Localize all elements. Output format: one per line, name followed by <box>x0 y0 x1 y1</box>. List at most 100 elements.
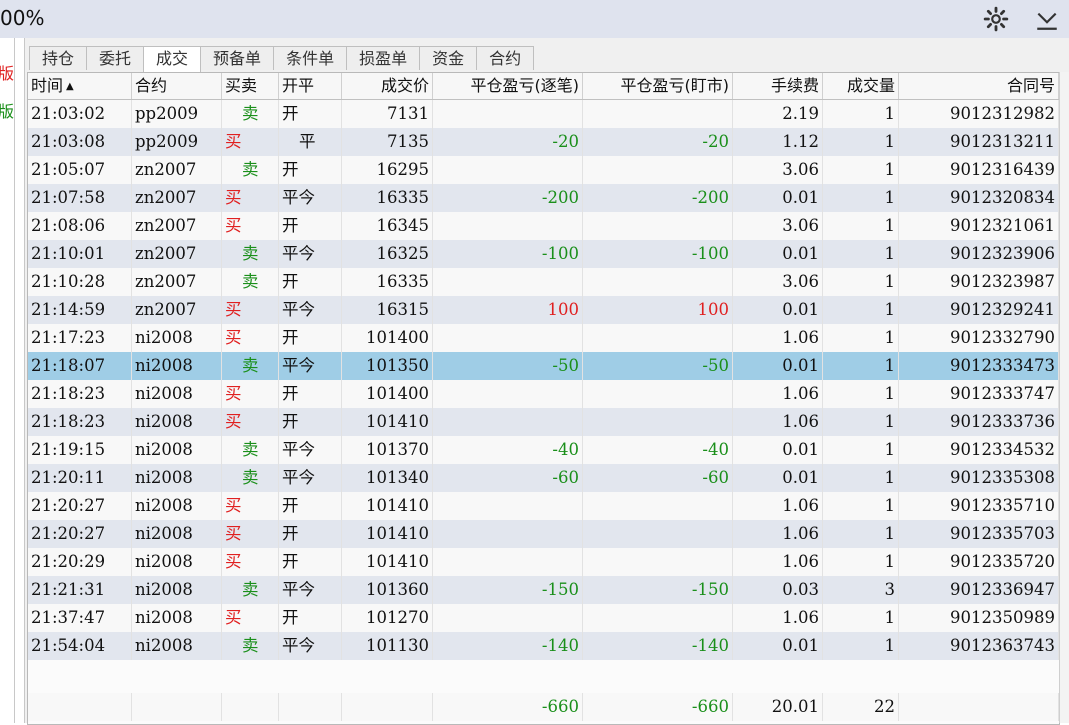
trades-table[interactable]: 时间 ▲ 合约 买卖 开平 成交价 平仓盈亏(逐笔) 平仓盈亏(盯市) 手续费 成交量 合同号 21… <box>27 72 1060 725</box>
total-volume: 22 <box>823 693 899 721</box>
cell-side: 卖 <box>222 352 279 380</box>
table-row[interactable]: 21:37:47 ni2008 买开 101270 1.06 1 9012350989 <box>28 604 1059 632</box>
total-close-pnl-mark: -660 <box>583 693 733 721</box>
cell-close-pnl-mark: -140 <box>583 632 733 660</box>
table-row[interactable]: 21:10:01 zn2007 卖平今 16325 -100 -100 0.01 1 90123… <box>28 240 1059 268</box>
cell-order-number: 9012332790 <box>899 324 1059 352</box>
cell-contract: ni2008 <box>132 352 222 380</box>
cell-open-close: 平今 <box>279 296 342 324</box>
table-row[interactable]: 21:54:04 ni2008 卖平今 101130 -140 -140 0.01 1 9012… <box>28 632 1059 660</box>
column-header-open-close[interactable]: 开平 <box>279 73 342 99</box>
cell-time: 21:08:06 <box>28 212 132 240</box>
cell-volume: 1 <box>823 324 899 352</box>
cell-close-pnl-trade: -50 <box>433 352 583 380</box>
cell-close-pnl-mark: -60 <box>583 464 733 492</box>
cell-contract: ni2008 <box>132 548 222 576</box>
cell-order-number: 9012335710 <box>899 492 1059 520</box>
left-edge-label: 版 <box>0 64 15 83</box>
table-row[interactable]: 21:08:06 zn2007 买开 16345 3.06 1 9012321061 <box>28 212 1059 240</box>
cell-close-pnl-mark: -20 <box>583 128 733 156</box>
cell-open-close: 开 <box>279 324 342 352</box>
tab-stop-profit[interactable]: 损盈单 <box>346 46 421 70</box>
cell-close-pnl-mark: -50 <box>583 352 733 380</box>
left-side-panel: 版 版 <box>0 38 15 723</box>
cell-volume: 1 <box>823 408 899 436</box>
cell-price: 101130 <box>342 632 433 660</box>
cell-close-pnl-trade: -100 <box>433 240 583 268</box>
cell-side: 卖 <box>222 268 279 296</box>
table-row[interactable]: 21:05:07 zn2007 卖开 16295 3.06 1 9012316439 <box>28 156 1059 184</box>
cell-order-number: 9012336947 <box>899 576 1059 604</box>
cell-side: 卖 <box>222 632 279 660</box>
table-row[interactable]: 21:10:28 zn2007 卖开 16335 3.06 1 9012323987 <box>28 268 1059 296</box>
cell-close-pnl-trade: -140 <box>433 632 583 660</box>
cell-price: 101270 <box>342 604 433 632</box>
tab-trades[interactable]: 成交 <box>143 46 202 72</box>
cell-side: 买 <box>222 296 279 324</box>
cell-close-pnl-mark <box>583 268 733 296</box>
table-row[interactable]: 21:07:58 zn2007 买平今 16335 -200 -200 0.01 1 90123… <box>28 184 1059 212</box>
column-header-side[interactable]: 买卖 <box>222 73 279 99</box>
cell-volume: 1 <box>823 436 899 464</box>
table-row[interactable]: 21:17:23 ni2008 买开 101400 1.06 1 9012332790 <box>28 324 1059 352</box>
table-row[interactable]: 21:20:11 ni2008 卖平今 101340 -60 -60 0.01 1 901233… <box>28 464 1059 492</box>
table-header: 时间 ▲ 合约 买卖 开平 成交价 平仓盈亏(逐笔) 平仓盈亏(盯市) 手续费 成交量 合同号 <box>28 73 1059 100</box>
column-header-label: 合同号 <box>1006 76 1055 95</box>
column-header-time[interactable]: 时间 ▲ <box>28 73 132 99</box>
table-row[interactable]: 21:20:27 ni2008 买开 101410 1.06 1 9012335710 <box>28 492 1059 520</box>
cell-contract: ni2008 <box>132 464 222 492</box>
cell-contract: zn2007 <box>132 212 222 240</box>
table-row[interactable]: 21:19:15 ni2008 卖平今 101370 -40 -40 0.01 1 901233… <box>28 436 1059 464</box>
cell-price: 101400 <box>342 380 433 408</box>
gear-icon[interactable] <box>983 6 1009 32</box>
column-header-fee[interactable]: 手续费 <box>733 73 823 99</box>
cell-order-number: 9012333473 <box>899 352 1059 380</box>
cell-close-pnl-trade: -200 <box>433 184 583 212</box>
table-row[interactable]: 21:20:27 ni2008 买开 101410 1.06 1 9012335703 <box>28 520 1059 548</box>
cell-contract: ni2008 <box>132 576 222 604</box>
cell-price: 101410 <box>342 492 433 520</box>
table-row[interactable]: 21:18:07 ni2008 卖平今 101350 -50 -50 0.01 1 901233… <box>28 352 1059 380</box>
total-empty-cell <box>899 693 1059 721</box>
table-row[interactable]: 21:18:23 ni2008 买开 101400 1.06 1 9012333747 <box>28 380 1059 408</box>
column-header-contract[interactable]: 合约 <box>132 73 222 99</box>
cell-volume: 1 <box>823 184 899 212</box>
table-row[interactable]: 21:18:23 ni2008 买开 101410 1.06 1 9012333736 <box>28 408 1059 436</box>
tab-orders[interactable]: 委托 <box>86 46 145 70</box>
cell-open-close: 开 <box>279 520 342 548</box>
table-row[interactable]: 21:21:31 ni2008 卖平今 101360 -150 -150 0.03 3 9012… <box>28 576 1059 604</box>
tab-conditional[interactable]: 条件单 <box>273 46 348 70</box>
tab-position[interactable]: 持仓 <box>29 46 88 70</box>
cell-order-number: 9012323906 <box>899 240 1059 268</box>
tab-prepared[interactable]: 预备单 <box>200 46 275 70</box>
tab-contracts[interactable]: 合约 <box>476 46 535 70</box>
cell-volume: 1 <box>823 100 899 128</box>
trade-panel: 持仓 委托 成交 预备单 条件单 损盈单 资金 合约 时间 ▲ 合约 买卖 开平 成交价 平仓盈亏(逐笔)… <box>24 38 1069 725</box>
table-row[interactable]: 21:03:08 pp2009 买平 7135 -20 -20 1.12 1 901231321… <box>28 128 1059 156</box>
cell-close-pnl-trade: -40 <box>433 436 583 464</box>
cell-close-pnl-trade <box>433 156 583 184</box>
tab-funds[interactable]: 资金 <box>419 46 478 70</box>
table-row[interactable]: 21:20:29 ni2008 买开 101410 1.06 1 9012335720 <box>28 548 1059 576</box>
cell-close-pnl-mark <box>583 324 733 352</box>
cell-contract: zn2007 <box>132 296 222 324</box>
cell-volume: 1 <box>823 352 899 380</box>
cell-side: 卖 <box>222 436 279 464</box>
vertical-scrollbar[interactable] <box>1059 72 1069 723</box>
total-empty-cell <box>28 693 132 721</box>
chevron-down-icon[interactable] <box>1034 6 1060 32</box>
totals-row: -660 -660 20.01 22 <box>28 693 1059 721</box>
column-header-order-number[interactable]: 合同号 <box>899 73 1059 99</box>
cell-side: 卖 <box>222 576 279 604</box>
cell-close-pnl-mark <box>583 492 733 520</box>
column-header-close-pnl-mark[interactable]: 平仓盈亏(盯市) <box>583 73 733 99</box>
table-row[interactable]: 21:14:59 zn2007 买平今 16315 100 100 0.01 1 9012329… <box>28 296 1059 324</box>
cell-side: 买 <box>222 520 279 548</box>
cell-fee: 0.01 <box>733 464 823 492</box>
cell-order-number: 9012313211 <box>899 128 1059 156</box>
column-header-close-pnl-trade[interactable]: 平仓盈亏(逐笔) <box>433 73 583 99</box>
column-header-price[interactable]: 成交价 <box>342 73 433 99</box>
column-header-volume[interactable]: 成交量 <box>823 73 899 99</box>
cell-side: 买 <box>222 380 279 408</box>
table-row[interactable]: 21:03:02 pp2009 卖开 7131 2.19 1 9012312982 <box>28 100 1059 128</box>
